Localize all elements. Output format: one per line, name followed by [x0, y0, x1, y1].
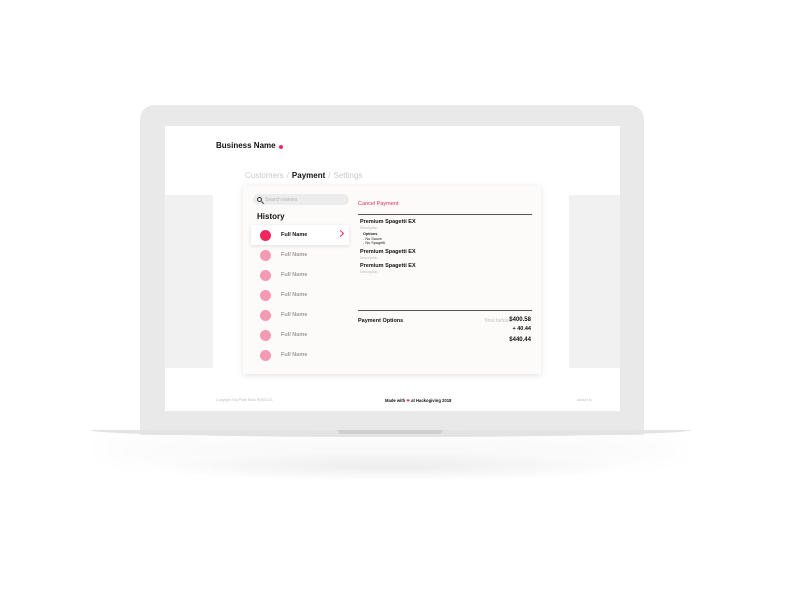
amount-before: $400.58 [509, 317, 531, 323]
amount-total: $440.44 [509, 337, 531, 343]
amount-add: + 40.44 [512, 326, 531, 332]
avatar [260, 349, 271, 361]
option-line: - No Spagetti [363, 241, 386, 245]
history-item[interactable]: Full Name [251, 225, 349, 245]
avatar [260, 269, 271, 281]
order-item-title: Premium Spagetti EX [360, 262, 416, 269]
history-item[interactable]: Full Name [251, 265, 349, 285]
avatar [260, 309, 271, 321]
order-item: Premium Spagetti EX Description Options … [360, 219, 530, 246]
avatar [260, 249, 271, 261]
order-item-description: Description [360, 255, 378, 260]
laptop-shadow [150, 452, 630, 482]
breadcrumb: Customers / Payment / Settings [245, 171, 362, 180]
history-item-name: Full Name [281, 272, 308, 278]
search-box[interactable] [253, 194, 349, 205]
avatar [260, 329, 271, 341]
order-item-description: Description [360, 226, 378, 230]
divider [358, 214, 532, 215]
breadcrumb-settings[interactable]: Settings [334, 171, 363, 180]
order-item-title: Premium Spagetti EX [360, 248, 416, 255]
status-dot [279, 145, 283, 149]
history-item[interactable]: Full Name [251, 325, 349, 345]
total-before-label: Total before [484, 318, 511, 324]
side-card-left [165, 195, 213, 368]
history-item-name: Full Name [281, 292, 308, 298]
chevron-right-icon [336, 229, 345, 238]
order-items: Premium Spagetti EX Description Options … [360, 219, 530, 277]
laptop-notch [338, 430, 443, 434]
footer-copyright: Copyright Big Plate Boss HBKG101 [216, 398, 273, 402]
cancel-payment-link[interactable]: Cancel Payment [358, 201, 398, 207]
avatar [260, 289, 271, 301]
history-item[interactable]: Full Name [251, 305, 349, 325]
order-item: Premium Spagetti EX Description [360, 263, 530, 274]
breadcrumb-payment[interactable]: Payment [292, 171, 325, 180]
history-item[interactable]: Full Name [251, 285, 349, 305]
history-item-name: Full Name [281, 312, 308, 318]
footer-made-with: Made with ❤ at Hackogiving 2018 [385, 398, 451, 403]
laptop-screen: Business Name Customers / Payment / Settings… [165, 126, 620, 411]
search-input[interactable] [265, 196, 345, 203]
history-list: Full Name Full Name Full Name Full Name … [251, 225, 349, 365]
footer-about-link[interactable]: About Us [577, 398, 592, 402]
history-item-name: Full Name [281, 252, 308, 258]
made-with-prefix: Made with [385, 398, 406, 403]
avatar [260, 229, 271, 241]
history-item-name: Full Name [281, 332, 308, 338]
side-card-right [569, 195, 620, 368]
business-name: Business Name [216, 141, 276, 150]
order-item-description: Description [360, 269, 378, 274]
order-item-options: Options - No Sauce - No Spagetti [363, 232, 530, 246]
history-item[interactable]: Full Name [251, 345, 349, 365]
history-title: History [257, 212, 285, 221]
order-item: Premium Spagetti EX Description [360, 249, 530, 260]
order-item-title: Premium Spagetti EX [360, 219, 416, 225]
breadcrumb-customers[interactable]: Customers [245, 171, 284, 180]
history-item-name: Full Name [281, 232, 308, 238]
history-item[interactable]: Full Name [251, 245, 349, 265]
payment-options-label[interactable]: Payment Options [358, 318, 403, 324]
search-icon [257, 197, 262, 202]
divider [358, 310, 532, 311]
heart-icon: ❤ [406, 398, 410, 403]
payment-panel: History Full Name Full Name Full Name Fu… [243, 186, 541, 374]
made-with-suffix: at Hackogiving 2018 [411, 398, 452, 403]
breadcrumb-separator: / [328, 171, 331, 180]
history-item-name: Full Name [281, 352, 308, 358]
breadcrumb-separator: / [286, 171, 289, 180]
